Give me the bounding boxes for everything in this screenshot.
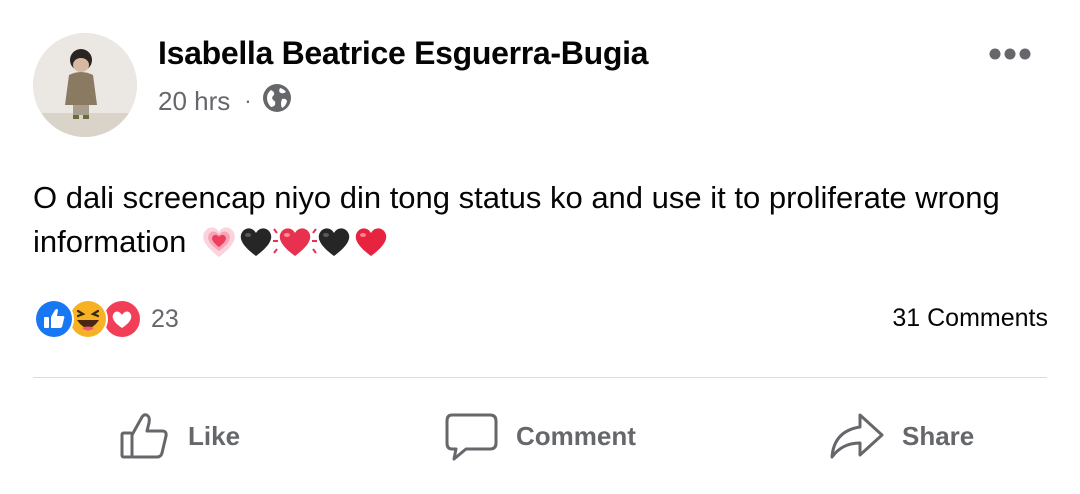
reaction-count: 23 (151, 304, 179, 333)
author-avatar[interactable] (33, 33, 137, 137)
ellipsis-icon (989, 48, 1031, 60)
meta-separator: · (244, 88, 252, 113)
more-options-button[interactable] (985, 40, 1035, 68)
beating-heart-icon (272, 228, 317, 256)
black-heart-icon (318, 228, 350, 256)
post-text-content: O dali screencap niyo din tong status ko… (33, 180, 1000, 259)
emoji-sequence (199, 221, 388, 261)
comments-count-link[interactable]: 31 Comments (892, 304, 1048, 333)
red-heart-icon (355, 228, 387, 256)
thumbs-up-icon (120, 413, 168, 459)
globe-icon[interactable] (262, 83, 292, 120)
share-label: Share (902, 420, 975, 451)
divider (33, 377, 1047, 378)
like-reaction-icon (33, 298, 75, 340)
post-meta: 20 hrs · (158, 83, 292, 120)
share-arrow-icon (830, 413, 884, 459)
author-name[interactable]: Isabella Beatrice Esguerra-Bugia (158, 35, 648, 72)
post-text: O dali screencap niyo din tong status ko… (33, 176, 1053, 264)
speech-bubble-icon (445, 413, 498, 461)
black-heart-icon (240, 228, 272, 256)
post-timestamp[interactable]: 20 hrs (158, 86, 230, 117)
comment-label: Comment (516, 420, 636, 451)
share-button[interactable]: Share (828, 408, 974, 464)
avatar-image (33, 33, 137, 137)
like-label: Like (188, 420, 241, 451)
like-button[interactable]: Like (118, 408, 240, 464)
reactions-summary[interactable]: 23 (33, 298, 179, 340)
pink-glowing-heart-icon (203, 227, 235, 257)
comment-button[interactable]: Comment (444, 408, 636, 464)
